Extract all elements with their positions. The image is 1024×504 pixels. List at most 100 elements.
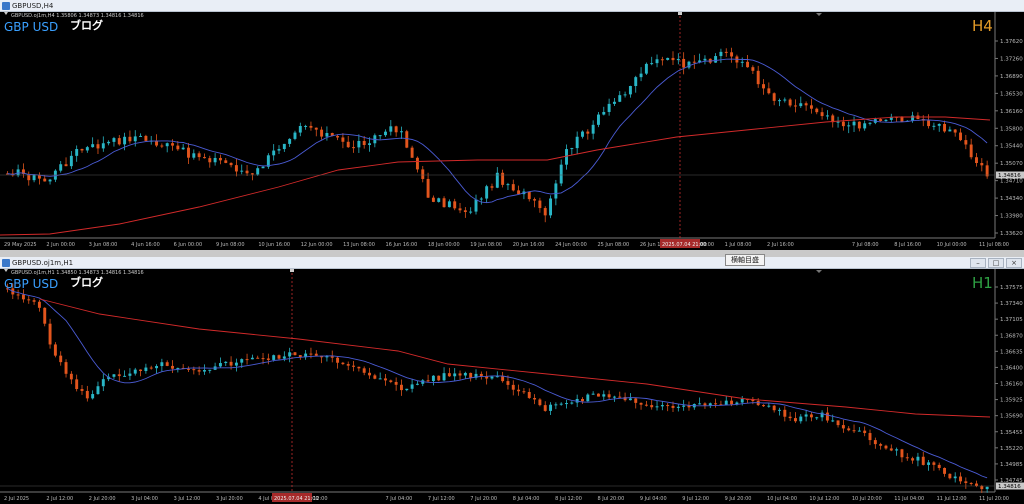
price-tick-label: 1.36890 [1000, 74, 1023, 80]
candle-body [602, 111, 606, 115]
candle-body [932, 125, 936, 127]
time-tick-label: 11 Jul 04:00 [894, 496, 924, 502]
time-tick-label: 12 Jun 00:00 [301, 242, 333, 248]
candle-body [730, 400, 734, 405]
candle-body [724, 51, 728, 53]
candle-body [607, 103, 611, 112]
candle-body [634, 398, 638, 403]
candle-body [948, 129, 952, 132]
candle-body [234, 165, 238, 172]
time-tick-label: 8 Jul 16:00 [894, 242, 921, 248]
candle-body [879, 119, 883, 121]
candle-body [85, 390, 89, 399]
candle-body [64, 362, 68, 374]
candle-body [48, 179, 52, 182]
time-tick-label: 18 Jun 00:00 [428, 242, 460, 248]
candle-body [809, 105, 813, 109]
candle-body [533, 397, 537, 400]
chart-window-h4[interactable]: GBPUSD,H4 1.37620 1.37260 1.36890 1.36530 1.… [0, 0, 1024, 250]
price-chart-h1[interactable]: 1.37575 1.37340 1.37105 1.36870 1.36635 1.364… [0, 269, 1024, 504]
candle-body [708, 403, 712, 406]
candle-body [740, 398, 744, 403]
candle-body [203, 370, 206, 372]
candle-body [953, 476, 957, 479]
candle-body [325, 133, 329, 137]
candle-body [485, 376, 489, 379]
candle-body [831, 420, 835, 422]
candle-body [937, 464, 941, 468]
price-tick-label: 1.35925 [1000, 398, 1023, 404]
candle-body [873, 440, 877, 445]
time-tick-label: 20 Jun 16:00 [513, 242, 545, 248]
candle-body [650, 63, 654, 65]
candle-body [282, 356, 286, 359]
candle-body [43, 307, 47, 324]
time-tick-label: 7 Jul 20:00 [470, 496, 497, 502]
maximize-button[interactable]: □ [988, 258, 1004, 268]
candle-body [772, 93, 776, 101]
minimize-button[interactable]: – [970, 258, 986, 268]
candle-body [117, 374, 121, 377]
candle-body [570, 148, 574, 150]
candle-body [820, 112, 824, 117]
candle-body [549, 198, 553, 216]
candle-body [128, 373, 132, 376]
candle-body [117, 138, 121, 145]
candle-body [288, 138, 292, 144]
candle-body [581, 398, 584, 402]
candle-body [639, 73, 643, 78]
candle-body [937, 123, 941, 126]
candle-body [644, 63, 648, 74]
candle-body [889, 448, 893, 451]
candle-body [863, 123, 867, 129]
candle-body [895, 449, 899, 451]
candle-body [171, 143, 174, 146]
time-tick-label: 7 Jul 12:00 [428, 496, 455, 502]
candle-body [80, 148, 84, 151]
time-tick-label: 11 Jul 20:00 [979, 496, 1009, 502]
candle-body [69, 373, 73, 380]
candle-body [591, 393, 595, 395]
horizontal-scale-button[interactable]: 横軸目盛 [725, 254, 765, 266]
candle-body [123, 375, 127, 377]
candle-body [410, 147, 414, 158]
candle-body [128, 136, 132, 142]
candle-body [618, 95, 622, 102]
candle-body [187, 147, 190, 158]
candle-body [32, 300, 36, 302]
candle-body [139, 369, 143, 372]
window-titlebar[interactable]: GBPUSD.oj1m,H1 – □ × [0, 257, 1024, 269]
price-chart-h4[interactable]: 1.37620 1.37260 1.36890 1.36530 1.36160 1.358… [0, 12, 1024, 250]
candle-body [666, 405, 670, 407]
price-tick-label: 1.37620 [1000, 39, 1023, 45]
candle-body [778, 100, 781, 102]
candle-body [900, 449, 904, 458]
candle-body [847, 428, 851, 431]
candle-body [107, 141, 111, 144]
candle-body [911, 115, 915, 121]
candle-body [522, 391, 526, 393]
candle-body [943, 467, 947, 474]
candle-body [447, 373, 451, 377]
candle-body [964, 481, 968, 483]
price-tick-label: 1.36400 [1000, 365, 1023, 371]
close-button[interactable]: × [1006, 258, 1022, 268]
candle-body [905, 457, 909, 459]
candle-body [543, 208, 547, 216]
candle-body [671, 405, 675, 408]
window-titlebar[interactable]: GBPUSD,H4 [0, 0, 1024, 12]
chart-window-h1[interactable]: GBPUSD.oj1m,H1 – □ × 1.37575 1.37340 1.371… [0, 257, 1024, 504]
blog-label: ブログ [70, 275, 103, 289]
candle-body [682, 58, 686, 68]
candle-body [341, 362, 345, 365]
chart-app-icon [2, 2, 10, 10]
candle-body [165, 143, 169, 147]
crosshair-marker [290, 269, 294, 272]
candle-body [171, 365, 174, 369]
candle-body [980, 485, 984, 490]
time-tick-label: 10 Jun 16:00 [258, 242, 290, 248]
candle-body [426, 380, 430, 382]
candle-body [554, 404, 558, 406]
candle-body [543, 405, 547, 411]
time-tick-label: 7 Jul 04:00 [386, 496, 413, 502]
